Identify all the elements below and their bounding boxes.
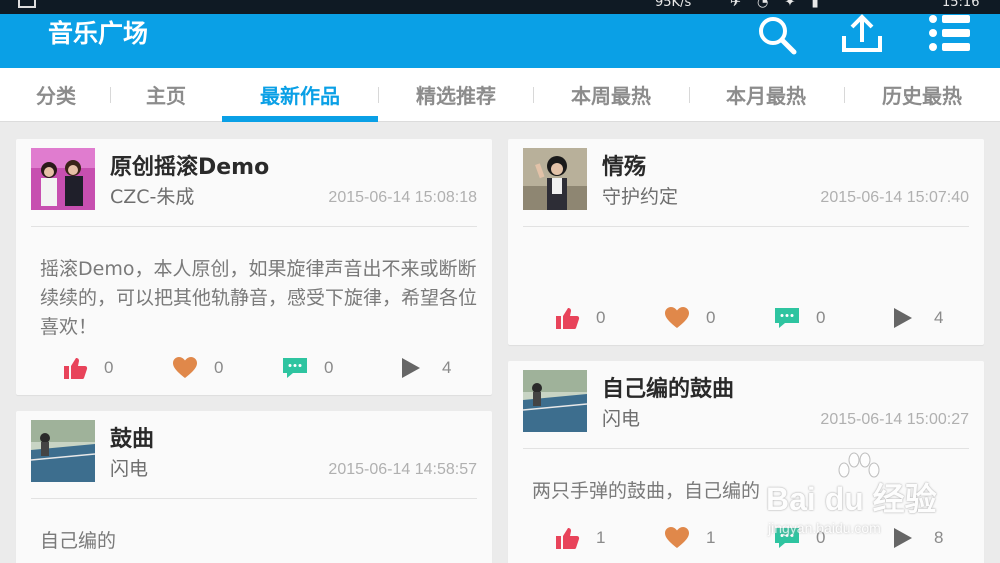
play-icon — [894, 308, 912, 328]
favorite-button[interactable]: 0 — [172, 356, 232, 382]
favorite-count: 0 — [214, 358, 224, 377]
tab-divider — [533, 87, 534, 103]
avatar — [523, 370, 587, 432]
comment-button[interactable]: 0 — [774, 526, 834, 552]
favorite-count: 1 — [706, 528, 716, 547]
tab-all-time-hot[interactable]: 历史最热 — [856, 68, 988, 122]
tab-bar: 分类 主页 最新作品 精选推荐 本周最热 本月最热 历史最热 — [0, 68, 1000, 122]
work-card[interactable]: 情殇 守护约定 2015-06-14 15:07:40 0 0 0 4 — [508, 139, 984, 345]
publish-time: 2015-06-14 15:00:27 — [820, 411, 969, 428]
search-button[interactable] — [752, 14, 800, 62]
heart-icon — [173, 357, 197, 378]
avatar — [523, 148, 587, 210]
network-speed: 95K/s — [655, 0, 692, 10]
active-tab-indicator — [222, 116, 378, 122]
play-count: 4 — [442, 358, 452, 377]
tab-divider — [378, 87, 379, 103]
tab-monthly-hot[interactable]: 本月最热 — [700, 68, 832, 122]
tab-divider — [689, 87, 690, 103]
work-description: 自己编的 — [40, 530, 117, 552]
comment-button[interactable]: 0 — [282, 356, 342, 382]
divider — [31, 498, 477, 499]
work-description: 两只手弹的鼓曲，自己编的 — [532, 480, 761, 502]
heart-icon — [665, 307, 689, 328]
play-button[interactable]: 4 — [892, 306, 952, 332]
publish-time: 2015-06-14 15:07:40 — [820, 189, 969, 206]
like-button[interactable]: 1 — [554, 526, 614, 552]
like-count: 0 — [104, 358, 114, 377]
divider — [31, 226, 477, 227]
comment-count: 0 — [324, 358, 334, 377]
publish-time: 2015-06-14 14:58:57 — [328, 461, 477, 478]
work-card[interactable]: 原创摇滚Demo CZC-朱成 2015-06-14 15:08:18 摇滚De… — [16, 139, 492, 395]
comment-count: 0 — [816, 308, 826, 327]
page-title: 音乐广场 — [48, 19, 149, 48]
heart-icon — [665, 527, 689, 548]
tab-divider — [110, 87, 111, 103]
divider — [523, 448, 969, 449]
menu-button[interactable] — [924, 14, 972, 62]
favorite-button[interactable]: 1 — [664, 526, 724, 552]
divider — [523, 226, 969, 227]
search-icon — [759, 17, 797, 55]
screenshot-icon — [18, 0, 36, 8]
author-name[interactable]: 闪电 — [602, 404, 640, 431]
like-count: 1 — [596, 528, 606, 547]
work-card[interactable]: 自己编的鼓曲 闪电 2015-06-14 15:00:27 两只手弹的鼓曲，自己… — [508, 361, 984, 563]
favorite-count: 0 — [706, 308, 716, 327]
upload-button[interactable] — [838, 14, 886, 62]
like-button[interactable]: 0 — [62, 356, 122, 382]
avatar — [31, 148, 95, 210]
work-title: 鼓曲 — [110, 427, 155, 452]
comment-icon — [775, 528, 799, 548]
tab-category[interactable]: 分类 — [14, 68, 98, 122]
play-icon — [894, 528, 912, 548]
work-title: 自己编的鼓曲 — [602, 377, 735, 402]
status-icons: ✈ ◔ ✦ ▮ — [730, 0, 825, 10]
play-count: 4 — [934, 308, 944, 327]
tab-divider — [844, 87, 845, 103]
comment-icon — [775, 308, 799, 328]
menu-list-icon — [929, 15, 970, 51]
clock: 15:16 — [942, 0, 980, 10]
tab-latest[interactable]: 最新作品 — [222, 68, 378, 122]
author-name[interactable]: 闪电 — [110, 454, 148, 481]
work-title: 情殇 — [602, 155, 647, 180]
app-bar: 音乐广场 — [0, 14, 1000, 68]
comment-button[interactable]: 0 — [774, 306, 834, 332]
upload-icon — [842, 14, 882, 52]
thumbs-up-icon — [64, 358, 88, 379]
work-card[interactable]: 鼓曲 闪电 2015-06-14 14:58:57 自己编的 — [16, 411, 492, 563]
play-count: 8 — [934, 528, 944, 547]
status-bar: 95K/s ✈ ◔ ✦ ▮ 15:16 — [0, 0, 1000, 14]
favorite-button[interactable]: 0 — [664, 306, 724, 332]
play-icon — [402, 358, 420, 378]
like-count: 0 — [596, 308, 606, 327]
author-name[interactable]: 守护约定 — [602, 182, 678, 209]
work-description: 摇滚Demo，本人原创，如果旋律声音出不来或断断续续的，可以把其他轨静音，感受下… — [40, 258, 478, 338]
play-button[interactable]: 8 — [892, 526, 952, 552]
publish-time: 2015-06-14 15:08:18 — [328, 189, 477, 206]
like-button[interactable]: 0 — [554, 306, 614, 332]
thumbs-up-icon — [556, 308, 580, 329]
avatar — [31, 420, 95, 482]
comment-icon — [283, 358, 307, 378]
tab-featured[interactable]: 精选推荐 — [390, 68, 522, 122]
play-button[interactable]: 4 — [400, 356, 460, 382]
tab-weekly-hot[interactable]: 本周最热 — [545, 68, 677, 122]
work-title: 原创摇滚Demo — [110, 155, 270, 180]
tab-home[interactable]: 主页 — [124, 68, 208, 122]
thumbs-up-icon — [556, 528, 580, 549]
comment-count: 0 — [816, 528, 826, 547]
author-name[interactable]: CZC-朱成 — [110, 182, 194, 209]
